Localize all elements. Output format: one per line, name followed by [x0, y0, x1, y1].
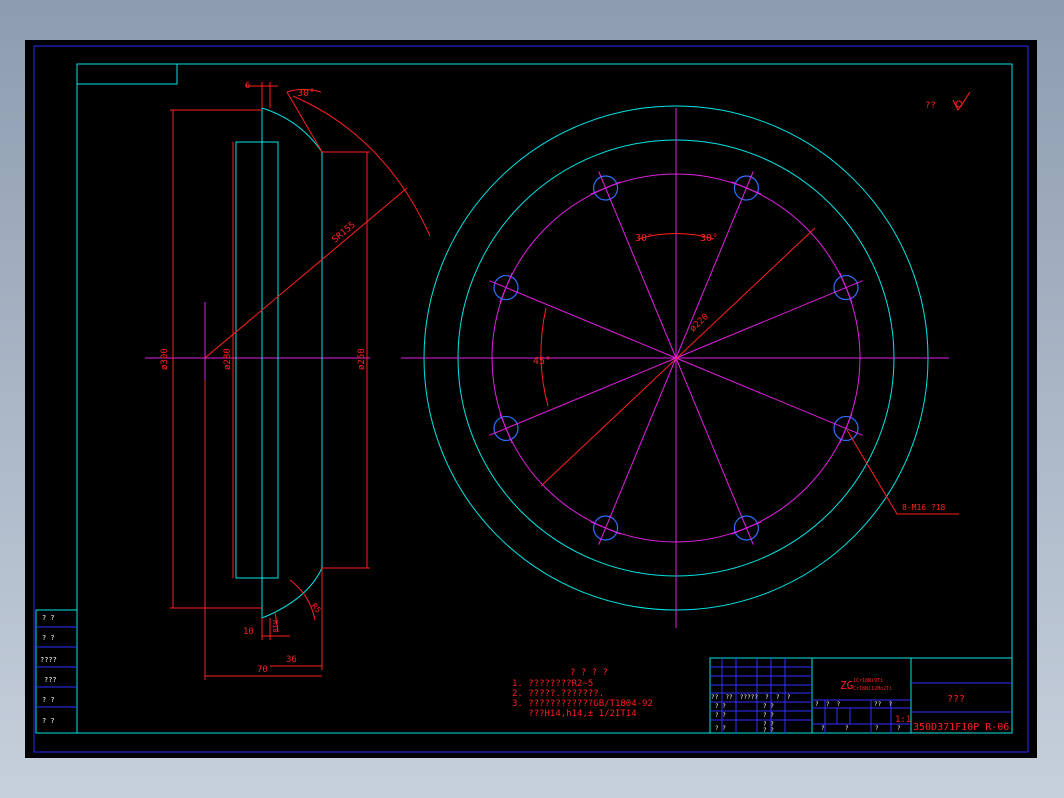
dim-pcd: ø220: [688, 312, 711, 334]
notes-title: ? ? ? ?: [570, 668, 608, 678]
dim-r5: R5: [309, 602, 322, 615]
bolt-hole-cross-line: [499, 413, 513, 444]
bolt-hole-radial-line: [489, 280, 677, 359]
side-view: 6 30° SR155 ø300 ø280 ø250 10 36 70 R5 R…: [145, 81, 431, 680]
dim-angle-45: 45°: [533, 356, 551, 367]
title-grid-row-3: ? ?: [715, 725, 726, 732]
bolt-hole-radial-line: [675, 357, 863, 436]
title-grid-mid-2: ? ?: [763, 712, 774, 719]
left-table-row-1: ? ?: [42, 614, 55, 622]
title-grid-header: ?? ?? ????? ? ? ?: [711, 694, 791, 701]
note-line-4: ???H14,h14,± 1/2IT14: [512, 709, 637, 719]
dim-d300: ø300: [160, 348, 170, 370]
bolt-hole-cross-line: [731, 181, 762, 195]
bolt-hole-cross-line: [590, 521, 621, 535]
stage-label: ? ? ?: [815, 701, 841, 708]
title-grid-mid-4: ? ?: [763, 727, 774, 734]
left-table-row-4: ???: [44, 676, 57, 684]
bolt-hole-radial-line: [675, 171, 754, 359]
dim-6: 6: [245, 81, 250, 91]
bottom-ext-lines: [204, 380, 323, 680]
side-recess: [235, 141, 279, 579]
bottom-label-4: ?: [897, 725, 901, 732]
bolt-hole-radial-line: [598, 357, 677, 545]
left-table-row-6: ? ?: [42, 717, 55, 725]
front-view: 30° 30° 45° ø220 8-M16 ?18: [401, 105, 959, 628]
bottom-label-2: ?: [845, 725, 849, 732]
title-grid-row-2: ? ?: [715, 712, 726, 719]
roughness-text: ??: [925, 101, 936, 111]
part-name: ???: [947, 694, 965, 705]
bolt-hole-leader: [846, 429, 959, 515]
bolt-hole-cross-line: [731, 521, 762, 535]
technical-notes: ? ? ? ? 1. ????????R2~5 2. ?????.???????…: [512, 668, 653, 719]
inner-border: [76, 63, 1013, 734]
material-code: ZG: [840, 679, 853, 692]
note-line-3: 3. ????????????GB/T1804-92: [512, 699, 653, 709]
left-table-row-3: ????: [40, 656, 57, 664]
bottom-label-1: ?: [821, 725, 825, 732]
sr-arc: [292, 95, 431, 237]
dim-30: 30°: [297, 88, 315, 99]
roughness-symbol: ??: [925, 91, 971, 111]
dim-70: 70: [257, 665, 268, 675]
left-side-table: ? ? ? ? ???? ??? ? ? ? ?: [35, 609, 78, 734]
pcd-leader: [540, 227, 816, 487]
bolt-hole-radial-line: [489, 357, 677, 436]
bolt-hole-cross-line: [839, 272, 853, 303]
cad-drawing: 6 30° SR155 ø300 ø280 ø250 10 36 70 R5 R…: [33, 45, 1029, 753]
title-grid-mid-1: ? ?: [763, 703, 774, 710]
title-grid-row-1: ? ?: [715, 703, 726, 710]
dim-d280: ø280: [223, 348, 233, 370]
drawing-sheet: 6 30° SR155 ø300 ø280 ø250 10 36 70 R5 R…: [25, 40, 1037, 758]
sr-leader: [204, 187, 408, 359]
material-sub-1: 1Cr18Ni9Ti: [853, 678, 883, 684]
dim-angle-right: 30°: [700, 233, 718, 244]
dim-bolt-holes: 8-M16 ?18: [902, 503, 946, 512]
stage-right: ?? ?: [874, 701, 892, 708]
roughness-check-icon: [952, 91, 971, 111]
dim-d250: ø250: [357, 348, 367, 370]
dim-angle-left: 30°: [635, 233, 653, 244]
bolt-hole-cross-line: [590, 181, 621, 195]
bolt-hole-cross-line: [499, 272, 513, 303]
r5-arc: [289, 579, 316, 621]
bolt-hole-cross-line: [839, 413, 853, 444]
side-ext-left: [170, 109, 262, 609]
dim-r10: R10: [271, 620, 279, 633]
title-block: ?? ?? ????? ? ? ? ? ? ? ? ? ? ? ? ? ? ? …: [709, 657, 1013, 734]
top-left-box: [76, 63, 178, 85]
left-table-row-2: ? ?: [42, 634, 55, 642]
scale: 1:1: [895, 715, 911, 725]
bottom-label-3: ?: [875, 725, 879, 732]
side-outline: [261, 107, 323, 619]
dim-10: 10: [243, 627, 254, 637]
dim-36: 36: [286, 655, 297, 665]
bolt-hole-radial-line: [598, 171, 677, 359]
note-line-2: 2. ?????.???????.: [512, 689, 604, 699]
material-sub-2: Cr18Ni12Mo2Ti: [853, 686, 892, 692]
note-line-1: 1. ????????R2~5: [512, 679, 593, 689]
bolt-hole-radial-line: [675, 357, 754, 545]
drawing-number: 350D371F10P R-06: [913, 722, 1009, 733]
left-table-row-5: ? ?: [42, 696, 55, 704]
